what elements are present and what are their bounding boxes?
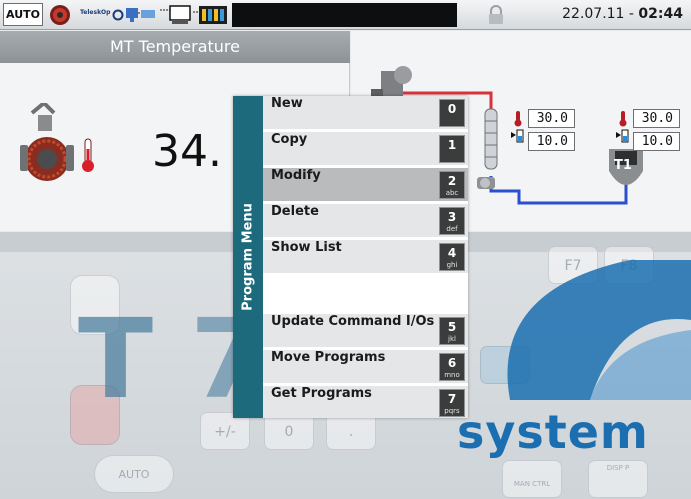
menu-item-label: Modify (271, 168, 321, 183)
bg-key-disp: DISP P (588, 460, 648, 498)
thermometer-icon-right (619, 111, 627, 127)
thermometer-icon (82, 138, 94, 172)
heater-coil-icon (20, 103, 74, 181)
io-module-icon[interactable] (193, 4, 229, 26)
mode-indicator[interactable]: AUTO (3, 3, 43, 26)
menu-item-new[interactable]: New 0 (263, 96, 468, 131)
date-time: 22.07.11 - 02:44 (562, 6, 683, 22)
screen: AUTO TeleskOp 22.07.11 - 02:44 MT Temper… (0, 0, 691, 499)
menu-item-label: Copy (271, 132, 308, 147)
readout-level-left[interactable]: 10.0 (528, 132, 575, 151)
menu-item-label: Update Command I/Os (271, 314, 435, 329)
readout-temp-right[interactable]: 30.0 (633, 109, 680, 128)
menu-item-label: New (271, 96, 303, 111)
network-icon[interactable] (124, 4, 158, 26)
menu-item-delete[interactable]: Delete 3 def (263, 204, 468, 239)
record-icon[interactable] (48, 4, 72, 26)
level-icon-right (616, 129, 629, 143)
key-4-button[interactable]: 4 ghi (439, 243, 465, 271)
readout-temp-left[interactable]: 30.0 (528, 109, 575, 128)
key-3-button[interactable]: 3 def (439, 207, 465, 235)
cold-pipe (489, 176, 628, 205)
time-text: 02:44 (638, 6, 683, 22)
program-menu: Program Menu New 0 Copy 1 Modify 2 abc De… (233, 96, 468, 418)
key-6-button[interactable]: 6 mno (439, 353, 465, 381)
telescope-icon[interactable] (112, 4, 124, 26)
date-text: 22.07.11 - (562, 6, 639, 22)
telescope-label[interactable]: TeleskOp (80, 9, 110, 16)
key-2-button[interactable]: 2 abc (439, 171, 465, 199)
pump-icon (477, 177, 495, 189)
menu-item-label: Move Programs (271, 350, 386, 365)
menu-item-get-programs[interactable]: Get Programs 7 pqrs (263, 386, 468, 418)
menu-item-label: Show List (271, 240, 342, 255)
tank-label: T1 (614, 158, 632, 173)
monitor-icon[interactable] (160, 4, 192, 26)
menu-item-show-list[interactable]: Show List 4 ghi (263, 240, 468, 275)
menu-item-update-command-ios[interactable]: Update Command I/Os 5 jkl (263, 314, 468, 349)
readout-level-right[interactable]: 10.0 (633, 132, 680, 151)
menu-item-label: Get Programs (271, 386, 372, 401)
lock-icon[interactable] (486, 4, 506, 26)
menu-item-move-programs[interactable]: Move Programs 6 mno (263, 350, 468, 385)
menu-title: Program Menu (240, 203, 256, 311)
message-bar (232, 3, 457, 27)
menu-item-copy[interactable]: Copy 1 (263, 132, 468, 167)
page-title: MT Temperature (0, 31, 350, 63)
temperature-value: 34. (152, 126, 222, 177)
level-icon-left (511, 129, 524, 143)
menu-item-modify[interactable]: Modify 2 abc (263, 168, 468, 203)
status-bar: AUTO TeleskOp 22.07.11 - 02:44 (0, 0, 691, 30)
bg-key-auto: AUTO (94, 455, 174, 493)
bg-key-man-ctrl: MAN CTRL (502, 460, 562, 498)
menu-side-bar: Program Menu (233, 96, 263, 418)
menu-item-empty (263, 276, 468, 314)
key-7-button[interactable]: 7 pqrs (439, 389, 465, 417)
key-5-button[interactable]: 5 jkl (439, 317, 465, 345)
menu-item-label: Delete (271, 204, 319, 219)
key-1-button[interactable]: 1 (439, 135, 465, 163)
brand-letter-t: T (78, 295, 154, 423)
thermometer-icon-left (514, 111, 522, 127)
brand-swoosh (507, 260, 691, 400)
heat-exchanger-icon (484, 108, 498, 170)
key-0-button[interactable]: 0 (439, 99, 465, 127)
brand-word: system (457, 405, 649, 459)
